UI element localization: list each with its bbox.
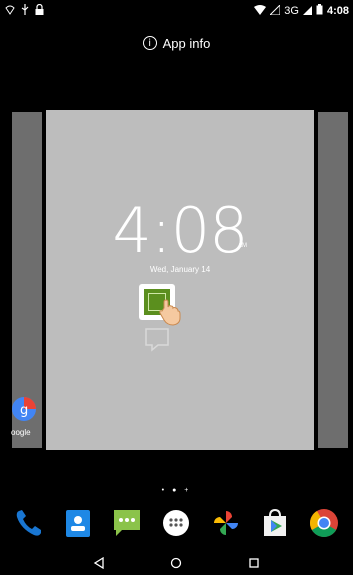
back-icon <box>93 556 104 569</box>
home-button[interactable] <box>164 553 188 573</box>
recents-button[interactable] <box>242 553 266 573</box>
cell-signal-icon <box>302 5 312 18</box>
google-search-icon: g <box>12 395 36 423</box>
messaging-icon[interactable] <box>110 506 144 540</box>
navigation-bar <box>0 550 353 575</box>
wifi-notification-icon <box>5 5 15 18</box>
recent-card-right[interactable] <box>318 112 348 448</box>
app-info-button[interactable]: i App info <box>0 30 353 56</box>
contacts-icon[interactable] <box>61 506 95 540</box>
recents-icon <box>249 557 259 568</box>
wifi-signal-icon <box>254 4 267 18</box>
network-type-label: 3G <box>284 5 299 17</box>
svg-text:g: g <box>20 403 28 418</box>
lock-icon <box>35 3 44 18</box>
battery-icon <box>316 4 323 18</box>
recent-card-lockscreen[interactable]: 4:08 AM Wed, January 14 <box>46 110 314 450</box>
google-label: oogle <box>11 428 31 437</box>
signal-strength-icon <box>269 3 281 18</box>
chrome-icon[interactable] <box>307 506 341 540</box>
status-clock: 4:08 <box>326 5 349 17</box>
play-store-icon[interactable] <box>258 506 292 540</box>
lockscreen-date: Wed, January 14 <box>149 265 211 274</box>
app-drawer-icon[interactable] <box>159 506 193 540</box>
phone-icon[interactable] <box>12 506 46 540</box>
status-right-icons: 3G 4:08 <box>254 3 349 18</box>
usb-icon <box>21 4 29 18</box>
status-bar: 3G 4:08 <box>0 0 353 22</box>
touch-gesture-hand-icon <box>158 298 184 326</box>
status-left-icons <box>5 3 44 18</box>
back-button[interactable] <box>87 553 111 573</box>
home-icon <box>171 557 182 568</box>
app-dock <box>0 500 353 545</box>
home-page-indicator: • ● + <box>161 487 192 494</box>
app-info-label: App info <box>162 35 211 51</box>
info-icon: i <box>142 36 157 50</box>
outline-placeholder-icon <box>144 326 170 352</box>
lockscreen-ampm: AM <box>238 243 247 249</box>
lockscreen-clock: 4:08 <box>112 194 248 267</box>
photos-icon[interactable] <box>209 506 243 540</box>
